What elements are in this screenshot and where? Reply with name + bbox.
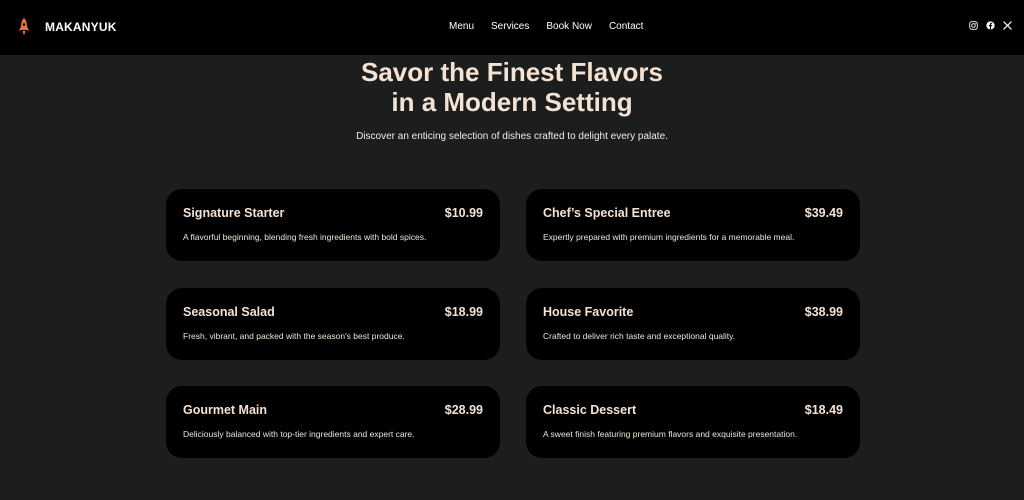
nav-link-book-now[interactable]: Book Now — [546, 20, 592, 34]
menu-item-description: Fresh, vibrant, and packed with the seas… — [183, 331, 405, 341]
menu-card[interactable]: Signature Starter $10.99 A flavorful beg… — [166, 189, 500, 261]
navbar: MAKANYUK Menu Services Book Now Contact — [0, 0, 1024, 55]
menu-card[interactable]: Chef’s Special Entree $39.49 Expertly pr… — [526, 189, 860, 261]
menu-item-description: A flavorful beginning, blending fresh in… — [183, 232, 427, 242]
social-links — [969, 21, 1012, 30]
menu-card[interactable]: Classic Dessert $18.49 A sweet finish fe… — [526, 386, 860, 458]
menu-item-price: $18.99 — [444, 305, 483, 319]
menu-card[interactable]: House Favorite $38.99 Crafted to deliver… — [526, 288, 860, 360]
menu-item-name: Seasonal Salad — [183, 305, 275, 319]
facebook-icon[interactable] — [986, 21, 995, 30]
nav-link-contact[interactable]: Contact — [609, 20, 643, 34]
menu-item-name: Classic Dessert — [543, 403, 637, 417]
menu-card[interactable]: Seasonal Salad $18.99 Fresh, vibrant, an… — [166, 288, 500, 360]
nav-link-services[interactable]: Services — [491, 20, 529, 34]
menu-item-name: Chef’s Special Entree — [543, 206, 671, 220]
nav-links: Menu Services Book Now Contact — [449, 20, 660, 34]
menu-item-price: $38.99 — [804, 305, 843, 319]
menu-item-name: Signature Starter — [183, 206, 285, 220]
menu-item-price: $28.99 — [444, 403, 483, 417]
menu-item-price: $10.99 — [444, 206, 483, 220]
x-icon[interactable] — [1003, 21, 1012, 30]
hero-title: Savor the Finest Flavors in a Modern Set… — [0, 57, 1024, 117]
menu-item-description: A sweet finish featuring premium flavors… — [543, 429, 798, 439]
hero-subtitle: Discover an enticing selection of dishes… — [356, 131, 668, 142]
menu-card[interactable]: Gourmet Main $28.99 Deliciously balanced… — [166, 386, 500, 458]
hero-title-line-1: Savor the Finest Flavors — [361, 57, 663, 87]
menu-item-name: House Favorite — [543, 305, 634, 319]
menu-item-description: Deliciously balanced with top-tier ingre… — [183, 429, 415, 439]
menu-item-price: $39.49 — [804, 206, 843, 220]
brand-name: MAKANYUK — [45, 20, 117, 34]
menu-item-description: Crafted to deliver rich taste and except… — [543, 331, 736, 341]
menu-item-name: Gourmet Main — [183, 403, 268, 417]
nav-link-menu[interactable]: Menu — [449, 20, 474, 34]
instagram-icon[interactable] — [969, 21, 978, 30]
rocket-icon — [18, 18, 30, 36]
menu-item-description: Expertly prepared with premium ingredien… — [543, 232, 795, 242]
brand[interactable]: MAKANYUK — [18, 17, 117, 37]
menu-item-price: $18.49 — [804, 403, 843, 417]
hero-title-line-2: in a Modern Setting — [391, 87, 633, 117]
